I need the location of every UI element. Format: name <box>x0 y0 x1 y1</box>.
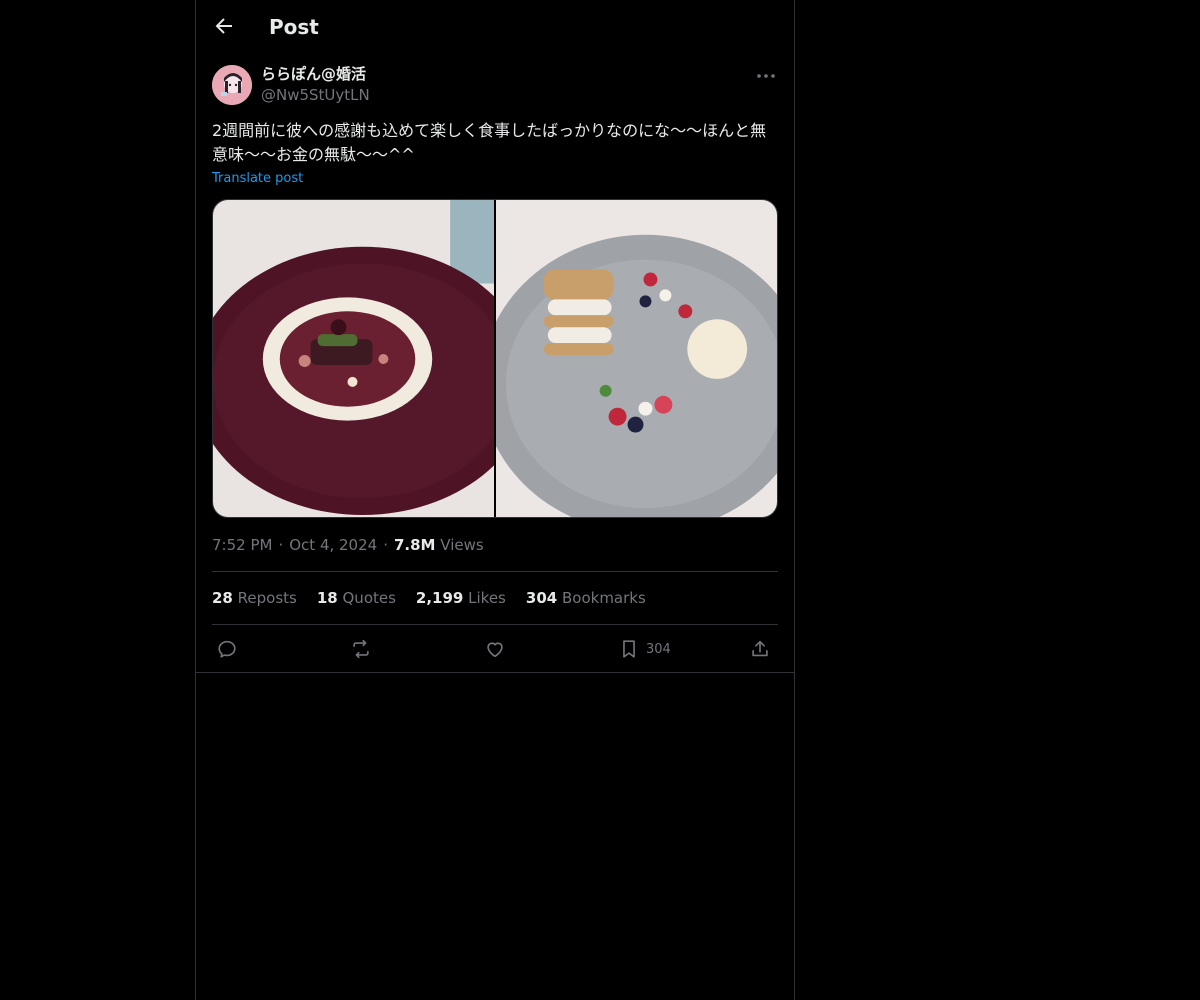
share-button[interactable] <box>749 637 771 661</box>
reply-icon <box>218 640 236 658</box>
bookmarks-count: 304 <box>525 589 558 607</box>
post-date[interactable]: Oct 4, 2024 <box>289 536 377 554</box>
display-name[interactable]: ららぽん@婚活 <box>261 64 366 84</box>
bookmarks-label: Bookmarks <box>561 589 646 607</box>
post-bottom-border <box>196 672 794 673</box>
media-photo-main-dish[interactable] <box>213 200 494 517</box>
user-handle[interactable]: @Nw5StUytLN <box>261 85 370 105</box>
divider-top <box>212 571 778 572</box>
divider-bottom <box>212 624 778 625</box>
post-stats: 28 Reposts 18 Quotes 2,199 Likes 304 Boo… <box>212 588 646 608</box>
reply-button[interactable] <box>216 637 238 661</box>
bookmark-icon <box>623 640 635 658</box>
media-photo-dessert[interactable] <box>496 200 777 517</box>
reposts-count: 28 <box>212 589 233 607</box>
post-column: Post ららぽん@婚活 @Nw5StUytLN 2週間前に彼への感謝も込めて楽… <box>195 0 795 1000</box>
share-icon <box>752 640 768 657</box>
page-title: Post <box>269 15 319 39</box>
likes-stat[interactable]: 2,199 Likes <box>416 588 506 608</box>
more-dots-icon <box>757 74 775 78</box>
quotes-count: 18 <box>316 589 338 607</box>
post-text: 2週間前に彼への感謝も込めて楽しく食事したばっかりなのにな〜〜ほんと無意味〜〜お… <box>212 121 767 164</box>
more-options-button[interactable] <box>754 64 778 88</box>
repost-button[interactable] <box>350 637 372 661</box>
repost-icon <box>353 639 369 659</box>
post-author: ららぽん@婚活 @Nw5StUytLN <box>212 64 778 108</box>
views-count: 7.8M <box>393 536 436 554</box>
bookmark-count: 304 <box>646 641 671 657</box>
like-heart-icon <box>487 642 503 658</box>
like-button[interactable] <box>484 637 506 661</box>
reposts-label: Reposts <box>237 589 297 607</box>
post-actions: 304 <box>212 637 778 661</box>
avatar[interactable] <box>212 65 252 105</box>
likes-label: Likes <box>468 589 506 607</box>
reposts-stat[interactable]: 28 Reposts <box>212 588 297 608</box>
bookmark-button[interactable]: 304 <box>618 637 671 661</box>
translate-post-link[interactable]: Translate post <box>212 171 303 187</box>
post-time[interactable]: 7:52 PM <box>212 536 272 554</box>
likes-count: 2,199 <box>415 589 464 607</box>
bookmarks-stat[interactable]: 304 Bookmarks <box>526 588 646 608</box>
post-header: Post <box>196 0 794 54</box>
quotes-stat[interactable]: 18 Quotes <box>317 588 396 608</box>
post-meta: 7:52 PM · Oct 4, 2024 · 7.8M Views <box>212 536 484 554</box>
views-label: Views <box>440 536 484 554</box>
back-arrow-icon <box>215 18 232 34</box>
quotes-label: Quotes <box>342 589 396 607</box>
back-button[interactable] <box>212 14 236 38</box>
post-media <box>212 199 778 518</box>
